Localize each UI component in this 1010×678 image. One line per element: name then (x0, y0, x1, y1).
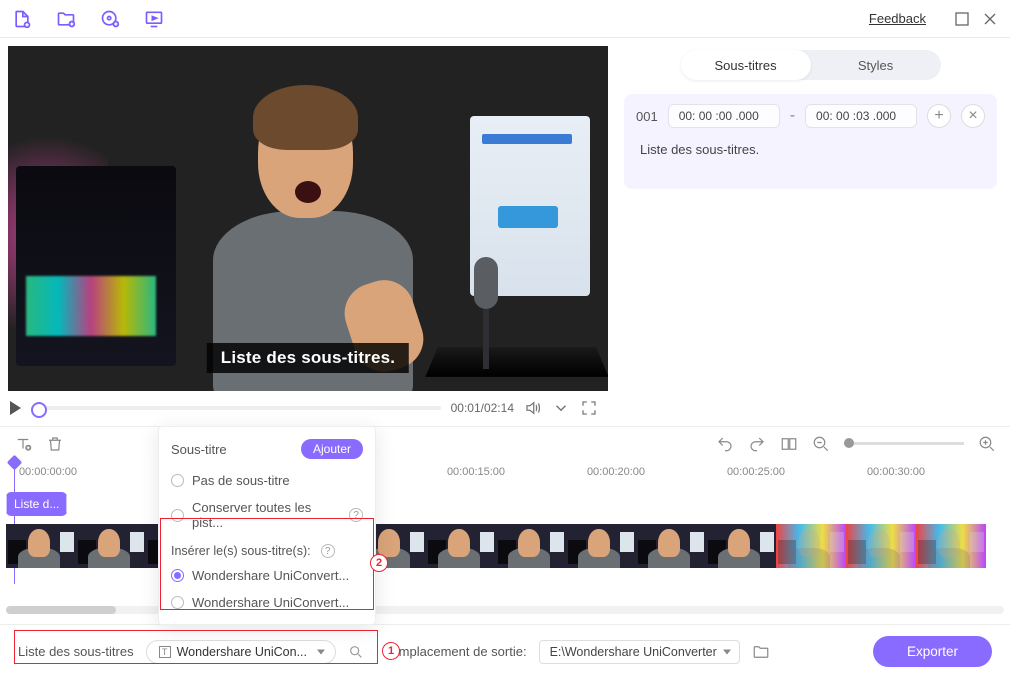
horizontal-scrollbar[interactable] (6, 606, 1004, 614)
video-thumbnail (496, 524, 566, 568)
volume-icon[interactable] (524, 399, 542, 417)
radio-icon (171, 596, 184, 609)
tab-subtitles[interactable]: Sous-titres (681, 50, 811, 80)
subtitle-list-select[interactable]: T Wondershare UniCon... (146, 640, 336, 664)
bottom-bar: Liste des sous-titres T Wondershare UniC… (0, 624, 1010, 678)
insert-section-label: Insérer le(s) sous-titre(s): ? (159, 536, 375, 562)
subtitle-overlay: Liste des sous-titres. (207, 343, 409, 373)
add-disc-icon[interactable] (100, 9, 120, 29)
option-insert-2[interactable]: Wondershare UniConvert... (159, 589, 375, 616)
option-label: Conserver toutes les pist... (192, 500, 341, 530)
timeline-area[interactable]: 00:00:00:00 00:00:15:00 00:00:20:00 00:00:2… (0, 460, 1010, 620)
redo-icon[interactable] (748, 435, 766, 453)
add-folder-icon[interactable] (56, 9, 76, 29)
add-online-icon[interactable] (144, 9, 164, 29)
output-location-label: Emplacement de sortie: (390, 644, 527, 659)
option-label: Wondershare UniConvert... (192, 568, 349, 583)
folder-icon[interactable] (752, 643, 770, 661)
video-thumbnail (916, 524, 986, 568)
ruler-tick: 00:00:15:00 (447, 466, 505, 478)
output-path-select[interactable]: E:\Wondershare UniConverter (539, 640, 740, 664)
tool-icons-group (12, 9, 164, 29)
snap-icon[interactable] (780, 435, 798, 453)
end-time-input[interactable]: 00: 00 :03 .000 (805, 104, 917, 128)
timeline-toolbar (0, 426, 1010, 460)
option-keep-all[interactable]: Conserver toutes les pist... ? (159, 494, 375, 536)
player-controls: 00:01/02:14 (0, 391, 608, 425)
chevron-down-icon (723, 649, 731, 654)
preview-scene (8, 46, 608, 391)
option-insert-1[interactable]: Wondershare UniConvert... (159, 562, 375, 589)
start-time-input[interactable]: 00: 00 :00 .000 (668, 104, 780, 128)
delete-icon[interactable] (46, 435, 64, 453)
time-display: 00:01/02:14 (451, 401, 514, 415)
search-icon[interactable] (348, 644, 364, 660)
video-thumbnail (76, 524, 146, 568)
subtitle-panel: Sous-titres Styles 001 00: 00 :00 .000 -… (608, 38, 1010, 426)
video-thumbnail (6, 524, 76, 568)
add-subtitle-button[interactable]: + (927, 104, 951, 128)
subtitle-entry: 001 00: 00 :00 .000 - 00: 00 :03 .000 + … (624, 94, 997, 189)
dropdown-add-button[interactable]: Ajouter (301, 439, 363, 459)
subtitle-time-row: 001 00: 00 :00 .000 - 00: 00 :03 .000 + … (636, 104, 985, 128)
ruler-tick: 00:00:30:00 (867, 466, 925, 478)
annotation-badge-2: 2 (370, 554, 388, 572)
undo-icon[interactable] (716, 435, 734, 453)
option-label: Pas de sous-titre (192, 473, 290, 488)
select-value: Wondershare UniCon... (177, 645, 307, 659)
subtitle-clip[interactable]: Liste d... (6, 492, 67, 516)
zoom-slider[interactable] (844, 442, 964, 445)
export-button[interactable]: Exporter (873, 636, 992, 667)
video-thumbnail (706, 524, 776, 568)
radio-icon (171, 474, 184, 487)
close-icon[interactable] (982, 11, 998, 27)
thumbnail-strip[interactable] (6, 524, 1004, 568)
chevron-down-icon[interactable] (552, 399, 570, 417)
feedback-link[interactable]: Feedback (869, 11, 926, 26)
maximize-icon[interactable] (954, 11, 970, 27)
option-no-subtitle[interactable]: Pas de sous-titre (159, 467, 375, 494)
add-file-icon[interactable] (12, 9, 32, 29)
subtitle-list-label: Liste des sous-titres (18, 644, 134, 659)
radio-icon (171, 509, 184, 522)
video-preview[interactable]: Liste des sous-titres. (8, 46, 608, 391)
subtitle-index: 001 (636, 109, 658, 124)
video-thumbnail (846, 524, 916, 568)
tab-group: Sous-titres Styles (681, 50, 941, 80)
tab-styles[interactable]: Styles (811, 50, 941, 80)
chevron-down-icon (317, 649, 325, 654)
output-path-value: E:\Wondershare UniConverter (550, 645, 717, 659)
title-bar: Feedback (0, 0, 1010, 38)
annotation-badge-1: 1 (382, 642, 400, 660)
subtitle-text[interactable]: Liste des sous-titres. (636, 134, 985, 179)
video-thumbnail (566, 524, 636, 568)
time-dash: - (790, 107, 795, 125)
fullscreen-icon[interactable] (580, 399, 598, 417)
option-label: Wondershare UniConvert... (192, 595, 349, 610)
play-button[interactable] (10, 401, 21, 415)
zoom-in-icon[interactable] (978, 435, 996, 453)
ruler-tick: 00:00:20:00 (587, 466, 645, 478)
ruler-tick: 00:00:25:00 (727, 466, 785, 478)
video-column: Liste des sous-titres. 00:01/02:14 (0, 38, 608, 426)
zoom-out-icon[interactable] (812, 435, 830, 453)
help-icon[interactable]: ? (349, 508, 363, 522)
text-icon: T (159, 646, 171, 658)
ruler-tick: 00:00:00:00 (19, 466, 77, 478)
help-icon[interactable]: ? (321, 544, 335, 558)
radio-icon-selected (171, 569, 184, 582)
add-text-icon[interactable] (14, 435, 32, 453)
subtitle-dropdown-popup: Sous-titre Ajouter Pas de sous-titre Con… (158, 426, 376, 625)
video-thumbnail (426, 524, 496, 568)
video-thumbnail (776, 524, 846, 568)
video-thumbnail (636, 524, 706, 568)
remove-subtitle-button[interactable]: × (961, 104, 985, 128)
seek-bar[interactable] (31, 406, 441, 410)
main-content: Liste des sous-titres. 00:01/02:14 Sous-… (0, 38, 1010, 426)
dropdown-title: Sous-titre (171, 442, 227, 457)
